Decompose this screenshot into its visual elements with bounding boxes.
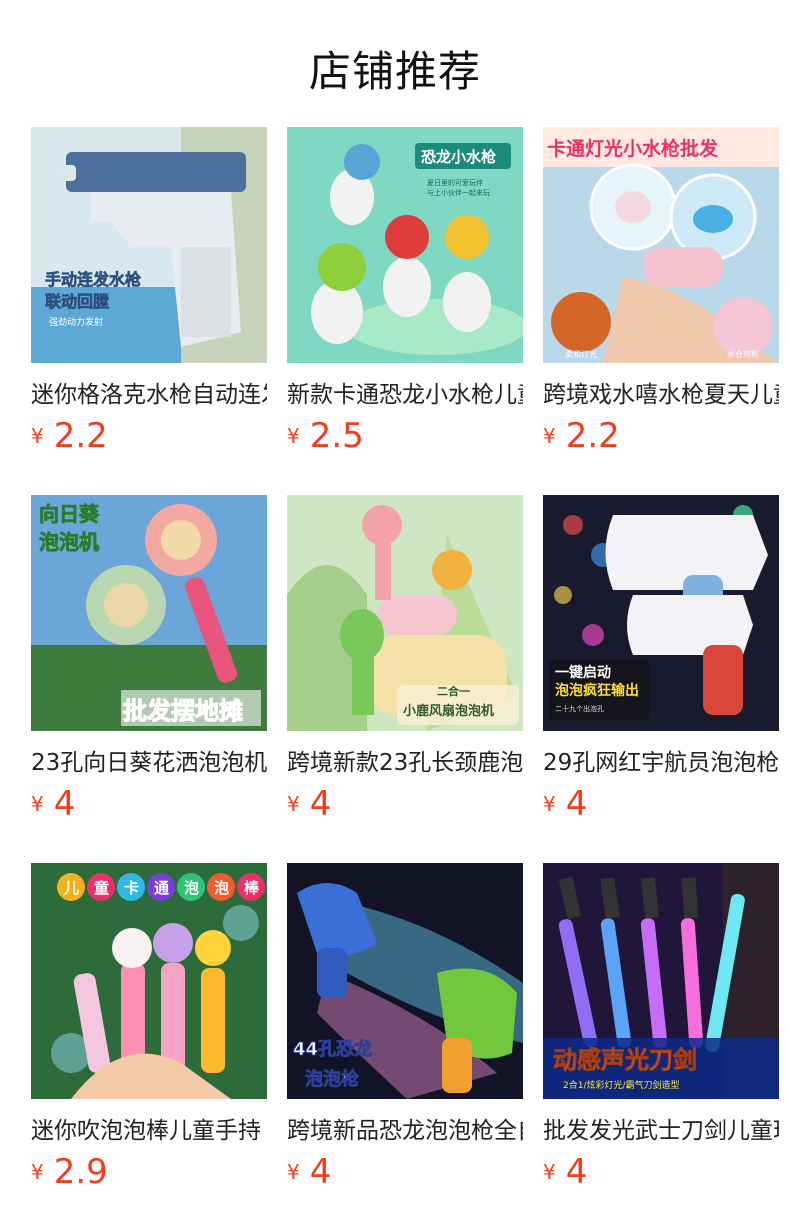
thumb-text: 小鹿风扇泡泡机 (403, 703, 494, 719)
product-price: ¥4 (287, 784, 331, 824)
product-name[interactable]: 跨境新款23孔长颈鹿泡泡 (287, 747, 523, 779)
dinosaur-bubble-gun-image[interactable]: 44孔恐龙 泡泡枪 (287, 863, 523, 1099)
thumb-text: 泡 (184, 879, 199, 897)
sunflower-bubble-image[interactable]: 向日葵 泡泡机 批发摆地摊 (31, 495, 267, 731)
product-price: ¥4 (543, 784, 587, 824)
thumb-text: 通 (154, 879, 169, 897)
thumb-text: 联动回膛 (45, 292, 109, 311)
thumb-text: 动感声光刀剑 (553, 1046, 697, 1074)
product-price: ¥2.5 (287, 416, 364, 456)
light-sword-image[interactable]: 动感声光刀剑 2合1/炫彩灯光/霸气刀剑造型 (543, 863, 779, 1099)
thumb-text: 强劲动力发射 (49, 316, 103, 328)
currency-symbol: ¥ (287, 792, 300, 816)
giraffe-bubble-image[interactable]: 二合一 小鹿风扇泡泡机 (287, 495, 523, 731)
product-price: ¥2.9 (31, 1152, 108, 1192)
product-name[interactable]: 批发发光武士刀剑儿童玩具 (543, 1115, 779, 1147)
currency-symbol: ¥ (543, 792, 556, 816)
product-price: ¥4 (543, 1152, 587, 1192)
price-value: 2.9 (53, 1152, 108, 1192)
thumb-text: 2合1/炫彩灯光/霸气刀剑造型 (563, 1079, 680, 1091)
astronaut-bubble-gun-image[interactable]: 一键启动 泡泡疯狂输出 二十九个出泡孔 (543, 495, 779, 731)
price-value: 4 (309, 1152, 332, 1192)
thumb-text: 水仓可拆 (727, 349, 759, 359)
currency-symbol: ¥ (287, 1160, 300, 1184)
currency-symbol: ¥ (31, 1160, 44, 1184)
thumb-text: 卡通灯光小水枪批发 (547, 137, 719, 160)
thumb-text: 棒 (244, 879, 260, 897)
currency-symbol: ¥ (543, 424, 556, 448)
thumb-text: 童 (94, 879, 109, 897)
product-name[interactable]: 跨境新品恐龙泡泡枪全自动 (287, 1115, 523, 1147)
currency-symbol: ¥ (287, 424, 300, 448)
thumb-text: 二十九个出泡孔 (555, 704, 604, 713)
bubble-wand-image[interactable]: 儿 童 卡 通 泡 泡 棒 (31, 863, 267, 1099)
product-name[interactable]: 迷你格洛克水枪自动连发 (31, 379, 267, 411)
thumb-text: 向日葵 (39, 502, 100, 526)
product-price: ¥4 (31, 784, 75, 824)
thumb-text: 一键启动 (555, 664, 611, 681)
water-gun-image[interactable]: 手动连发水枪 联动回膛 强劲动力发射 (31, 127, 267, 363)
thumb-text: 柔和灯光 (565, 349, 597, 359)
thumb-text: 手动连发水枪 (45, 270, 141, 289)
thumb-text: 夏日里的可爱玩伴 (427, 178, 483, 187)
thumb-text: 与上小伙伴一起来玩 (427, 188, 490, 197)
thumb-text: 儿 (63, 879, 79, 897)
thumb-text: 泡泡疯狂输出 (555, 682, 639, 699)
product-price: ¥4 (287, 1152, 331, 1192)
product-price: ¥2.2 (31, 416, 108, 456)
thumb-text: 二合一 (437, 684, 470, 698)
currency-symbol: ¥ (543, 1160, 556, 1184)
price-value: 2.5 (309, 416, 364, 456)
product-name[interactable]: 29孔网红宇航员泡泡枪 (543, 747, 779, 779)
price-value: 4 (53, 784, 76, 824)
price-value: 4 (565, 1152, 588, 1192)
page-title: 店铺推荐 (308, 47, 481, 96)
thumb-text: 泡 (214, 879, 229, 897)
thumb-text: 泡泡枪 (305, 1068, 359, 1090)
thumb-text: 恐龙小水枪 (421, 148, 496, 166)
dinosaur-water-gun-image[interactable]: 恐龙小水枪 夏日里的可爱玩伴 与上小伙伴一起来玩 (287, 127, 523, 363)
thumb-text: 44孔恐龙 (293, 1038, 372, 1060)
product-name[interactable]: 跨境戏水嘻水枪夏天儿童 (543, 379, 779, 411)
price-value: 2.2 (565, 416, 620, 456)
light-water-gun-image[interactable]: 卡通灯光小水枪批发 柔和灯光 水仓可拆 (543, 127, 779, 363)
product-name[interactable]: 迷你吹泡泡棒儿童手持 (31, 1115, 267, 1147)
product-name[interactable]: 新款卡通恐龙小水枪儿童 (287, 379, 523, 411)
price-value: 4 (565, 784, 588, 824)
price-value: 4 (309, 784, 332, 824)
currency-symbol: ¥ (31, 792, 44, 816)
thumb-text: 批发摆地摊 (123, 697, 243, 725)
product-name[interactable]: 23孔向日葵花洒泡泡机 (31, 747, 267, 779)
price-value: 2.2 (53, 416, 108, 456)
thumb-text: 卡 (124, 879, 139, 897)
product-price: ¥2.2 (543, 416, 620, 456)
currency-symbol: ¥ (31, 424, 44, 448)
thumb-text: 泡泡机 (39, 530, 99, 554)
